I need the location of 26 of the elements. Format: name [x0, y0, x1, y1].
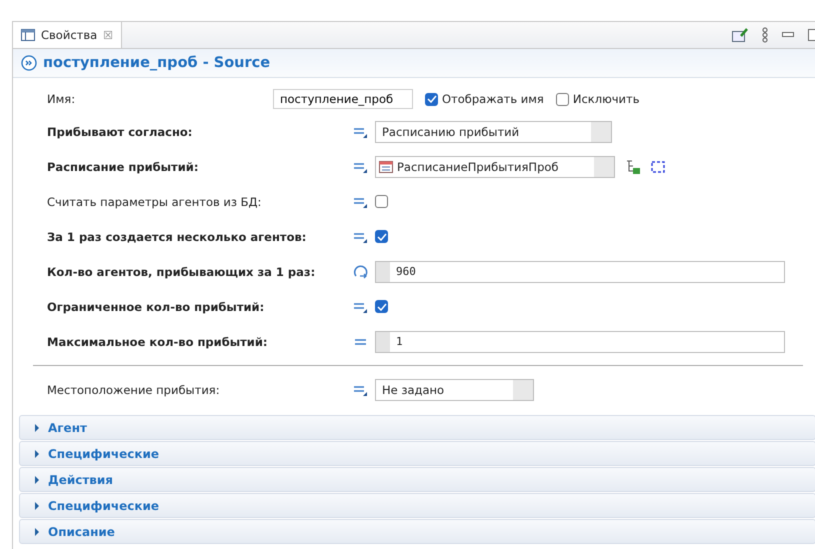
field-label: Прибывают согласно:	[46, 124, 194, 138]
tab-label: Свойства	[41, 28, 98, 42]
field-label: Считать параметры агентов из БД:	[46, 194, 262, 208]
field-label: Расписание прибытий:	[46, 160, 200, 174]
name-field[interactable]: поступление_проб	[273, 89, 413, 109]
section-header[interactable]: Действия	[19, 467, 815, 492]
field-label: Ограниченное кол-во прибытий:	[46, 300, 266, 314]
section-header[interactable]: Специфические	[19, 441, 815, 466]
section-header[interactable]: Агент	[19, 415, 815, 440]
code-field[interactable]: 1	[375, 330, 785, 352]
panel-title: поступление_проб - Source	[43, 55, 270, 71]
properties-tab[interactable]: Свойства ☒	[13, 22, 122, 48]
field-label: За 1 раз создается несколько агентов:	[46, 230, 308, 244]
dropdown[interactable]: Не задано	[375, 378, 534, 400]
field-label: Кол-во агентов, прибывающих за 1 раз:	[46, 264, 316, 278]
dropdown[interactable]: Расписанию прибытий	[375, 120, 612, 142]
section-header[interactable]: Специфические	[19, 493, 815, 518]
section-header[interactable]: Описание	[19, 519, 815, 544]
checkbox-label: Исключить	[572, 92, 640, 106]
code-field[interactable]: 960	[375, 260, 785, 282]
field-label: Местоположение прибытия:	[46, 382, 221, 396]
dropdown[interactable]: РасписаниеПрибытияПроб	[375, 156, 615, 178]
field-label: Максимальное кол-во прибытий:	[46, 334, 269, 348]
close-icon[interactable]: ☒	[103, 28, 114, 42]
checkbox-label: Отображать имя	[442, 92, 544, 106]
field-label: Имя:	[46, 92, 76, 106]
